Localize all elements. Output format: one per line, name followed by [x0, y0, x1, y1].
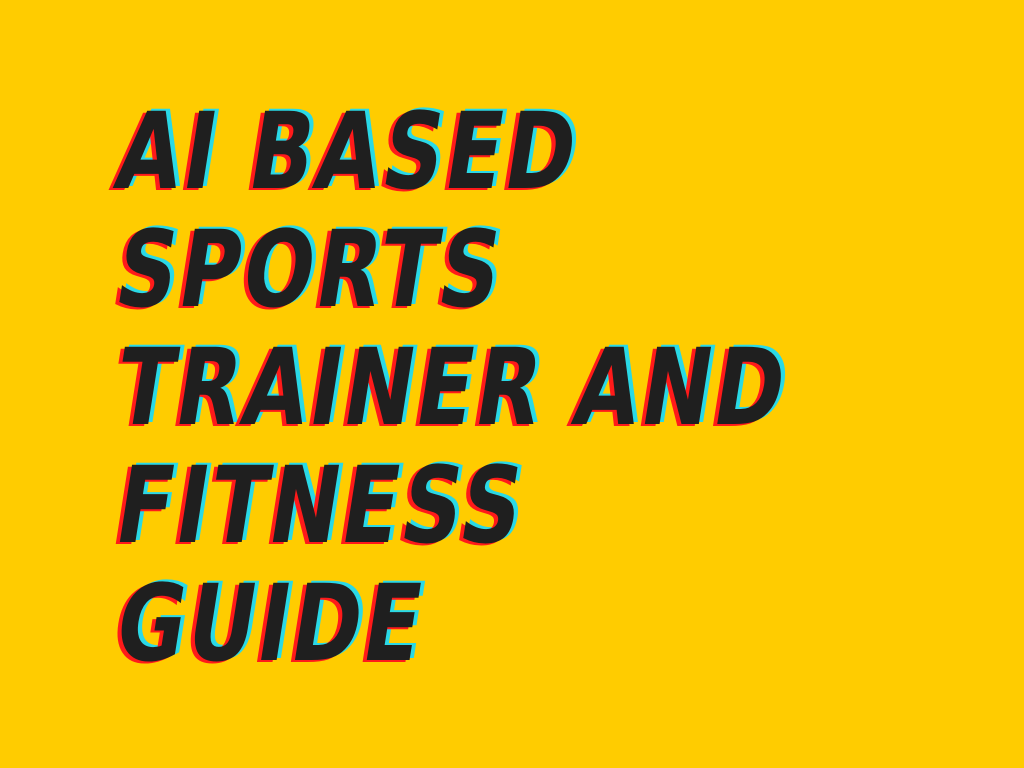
title-line-5: GUIDE	[108, 562, 435, 685]
title-line-2: SPORTS	[108, 208, 513, 331]
title-line-3: TRAINER AND	[108, 326, 797, 449]
title-line-4: FITNESS	[108, 444, 535, 567]
poster-title: AI BASED SPORTS TRAINER AND FITNESS GUID…	[108, 90, 998, 685]
title-line-1: AI BASED	[108, 90, 588, 213]
